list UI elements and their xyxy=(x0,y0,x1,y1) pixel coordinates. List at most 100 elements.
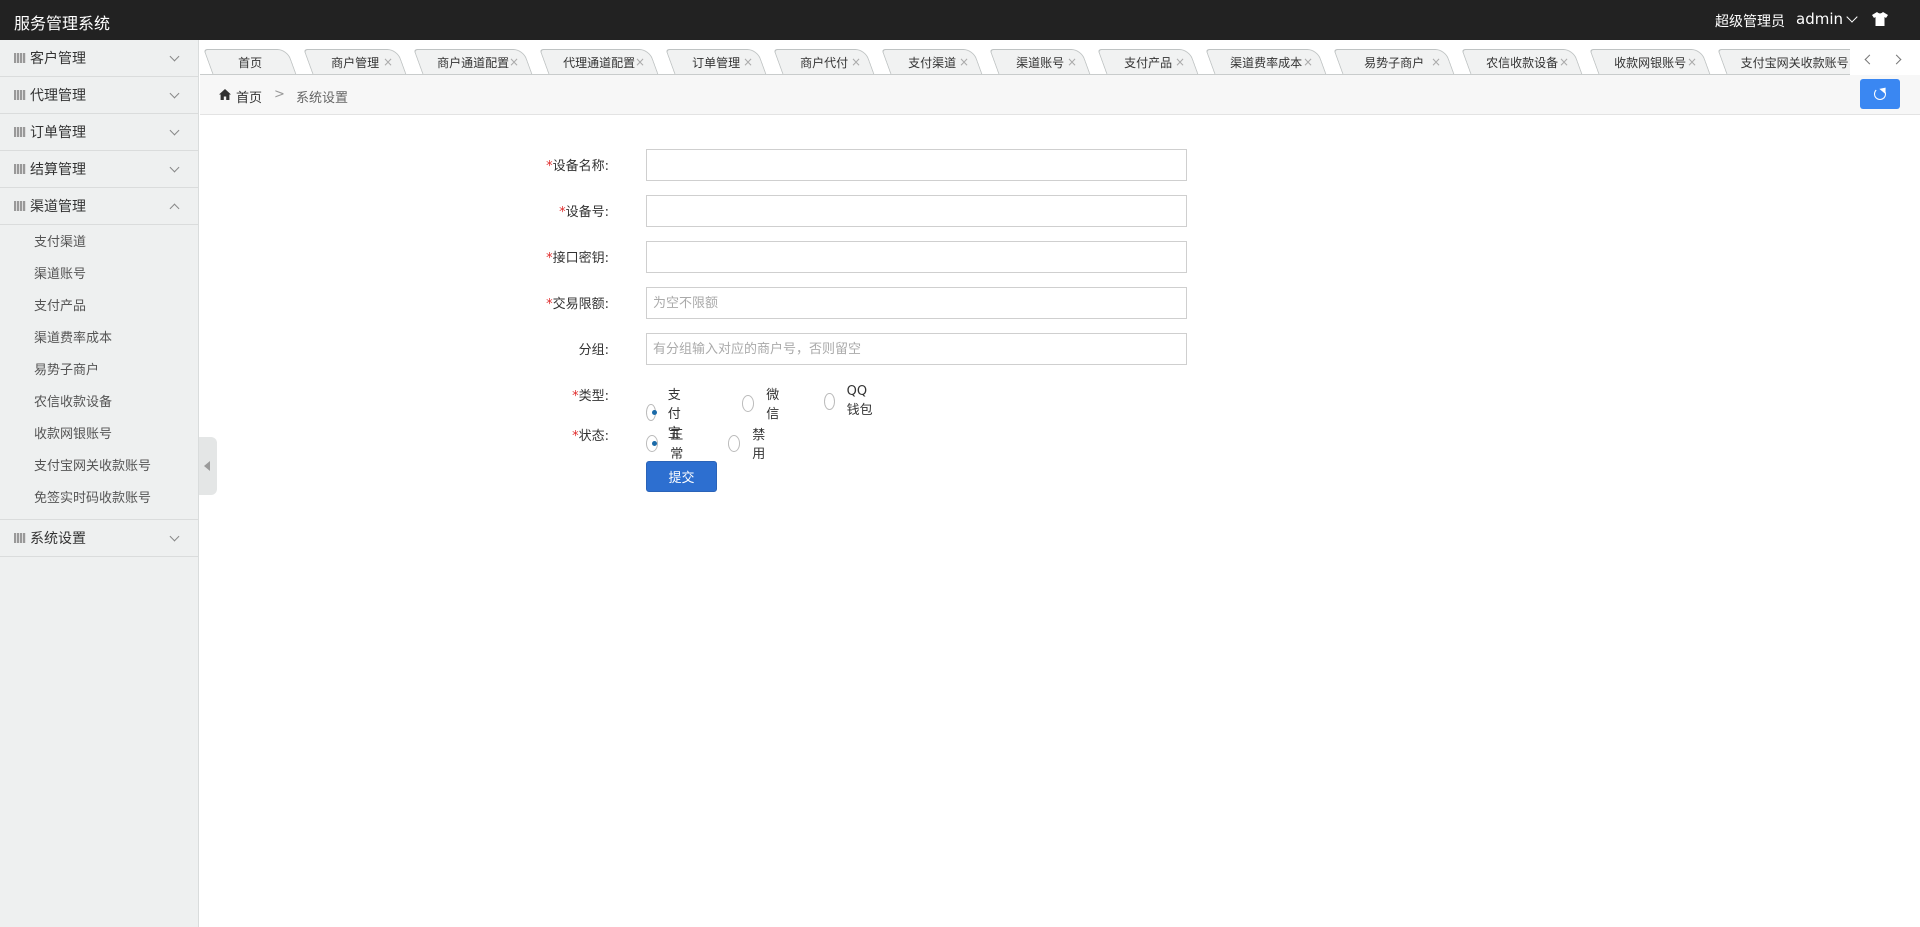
chevron-down-icon xyxy=(169,88,180,99)
close-icon[interactable]: × xyxy=(959,55,969,69)
tab[interactable]: 支付渠道 × xyxy=(881,49,983,74)
sidebar-group[interactable]: 订单管理 xyxy=(0,114,198,151)
sidebar-group-label: 结算管理 xyxy=(30,162,86,178)
api-key-label: *接口密钥: xyxy=(409,247,609,266)
status-radio-option[interactable]: 正常 xyxy=(646,424,688,462)
sidebar-sub-item[interactable]: 渠道费率成本 xyxy=(0,323,198,355)
sidebar-sub-item[interactable]: 农信收款设备 xyxy=(0,387,198,419)
device-no-label: *设备号: xyxy=(409,201,609,220)
group-input[interactable] xyxy=(646,333,1187,365)
tab-bar: 首页 商户管理 × 商户通道配置 × 代理通道配置 × 订单管理 × 商户代付 × 支付渠道 × 渠道账号… xyxy=(200,40,1850,75)
tab[interactable]: 商户管理 × xyxy=(303,49,407,74)
menu-list-icon xyxy=(14,89,28,101)
refresh-icon xyxy=(1874,88,1886,100)
sidebar-sub-item[interactable]: 支付宝网关收款账号 xyxy=(0,451,198,483)
sidebar-sub-item[interactable]: 渠道账号 xyxy=(0,259,198,291)
breadcrumb-separator: > xyxy=(274,87,285,102)
tab[interactable]: 首页 xyxy=(203,49,297,74)
sidebar-group-label: 代理管理 xyxy=(30,88,86,104)
tab[interactable]: 订单管理 × xyxy=(665,49,767,74)
close-icon[interactable]: × xyxy=(1175,55,1185,69)
close-icon[interactable]: × xyxy=(1067,55,1077,69)
trade-limit-label: *交易限额: xyxy=(409,293,609,312)
submit-button[interactable]: 提交 xyxy=(646,461,717,492)
close-icon[interactable]: × xyxy=(851,55,861,69)
tab[interactable]: 商户代付 × xyxy=(773,49,875,74)
device-name-label: *设备名称: xyxy=(409,155,609,174)
sidebar-group-label: 渠道管理 xyxy=(30,199,86,215)
sidebar-sub-item[interactable]: 支付渠道 xyxy=(0,227,198,259)
radio-label: 正常 xyxy=(670,428,684,462)
tab[interactable]: 代理通道配置 × xyxy=(539,49,659,74)
sidebar-group[interactable]: 结算管理 xyxy=(0,151,198,188)
label-text: 设备号: xyxy=(565,205,609,220)
sidebar-group[interactable]: 渠道管理 xyxy=(0,188,198,225)
close-icon[interactable]: × xyxy=(1687,55,1697,69)
sidebar-group[interactable]: 代理管理 xyxy=(0,77,198,114)
tab[interactable]: 渠道账号 × xyxy=(989,49,1091,74)
chevron-up-icon xyxy=(169,203,180,214)
close-icon[interactable]: × xyxy=(635,55,645,69)
tab-scroll-left-icon[interactable] xyxy=(1857,50,1883,70)
api-key-input[interactable] xyxy=(646,241,1187,273)
label-text: 状态: xyxy=(578,429,609,444)
close-icon[interactable]: × xyxy=(1303,55,1313,69)
close-icon[interactable]: × xyxy=(1848,55,1850,69)
device-name-input[interactable] xyxy=(646,149,1187,181)
tshirt-icon[interactable] xyxy=(1872,12,1888,30)
sidebar-group-system-settings[interactable]: 系统设置 xyxy=(0,520,198,557)
device-no-input[interactable] xyxy=(646,195,1187,227)
tab[interactable]: 渠道费率成本 × xyxy=(1205,49,1327,74)
refresh-button[interactable] xyxy=(1860,79,1900,109)
sidebar: 客户管理代理管理订单管理结算管理渠道管理 支付渠道 渠道账号 支付产品 渠道费率成本易… xyxy=(0,40,199,927)
sidebar-sub-item[interactable]: 免签实时码收款账号 xyxy=(0,483,198,515)
tab-scroll-right-icon[interactable] xyxy=(1886,50,1912,70)
tab[interactable]: 支付产品 × xyxy=(1097,49,1199,74)
radio-button[interactable] xyxy=(728,434,741,452)
menu-list-icon xyxy=(14,52,28,64)
close-icon[interactable]: × xyxy=(743,55,753,69)
sidebar-group-label: 订单管理 xyxy=(30,125,86,141)
close-icon[interactable]: × xyxy=(1559,55,1569,69)
radio-button[interactable] xyxy=(646,404,657,421)
type-radio-option[interactable]: 微信 xyxy=(742,384,784,422)
sidebar-collapse-handle[interactable] xyxy=(199,437,217,495)
trade-limit-input[interactable] xyxy=(646,287,1187,319)
menu-list-icon xyxy=(14,532,28,544)
menu-list-icon xyxy=(14,200,28,212)
close-icon[interactable]: × xyxy=(1431,55,1441,69)
user-menu[interactable]: admin xyxy=(1796,10,1858,28)
label-text: 分组: xyxy=(578,343,609,358)
sidebar-sub-item[interactable]: 收款网银账号 xyxy=(0,419,198,451)
chevron-down-icon xyxy=(169,51,180,62)
chevron-down-icon xyxy=(169,125,180,136)
tab[interactable]: 易势子商户 × xyxy=(1333,49,1455,74)
radio-button[interactable] xyxy=(824,392,835,410)
label-text: 交易限额: xyxy=(552,297,609,312)
breadcrumb-home-link[interactable]: 首页 xyxy=(236,87,262,106)
status-radio-option[interactable]: 禁用 xyxy=(728,424,770,462)
tab[interactable]: 商户通道配置 × xyxy=(413,49,533,74)
type-radio-option[interactable]: QQ钱包 xyxy=(824,384,873,418)
channel-submenu: 支付渠道 渠道账号 支付产品 渠道费率成本 易势子商户 农信收款设备 收款网银账号 支付宝网关… xyxy=(0,225,198,520)
chevron-down-icon xyxy=(1846,11,1858,23)
close-icon[interactable]: × xyxy=(509,55,519,69)
sidebar-group-label: 系统设置 xyxy=(30,531,86,547)
tab[interactable]: 收款网银账号 × xyxy=(1589,49,1711,74)
radio-button[interactable] xyxy=(646,434,659,452)
group-label: 分组: xyxy=(409,339,609,358)
chevron-down-icon xyxy=(169,531,180,542)
username: admin xyxy=(1796,10,1843,28)
menu-list-icon xyxy=(14,126,28,138)
breadcrumb: 首页 > 系统设置 xyxy=(200,75,1920,115)
radio-button[interactable] xyxy=(742,394,755,412)
tab-strip: 首页 商户管理 × 商户通道配置 × 代理通道配置 × 订单管理 × 商户代付 × 支付渠道 × 渠道账号… xyxy=(200,40,1920,75)
chevron-down-icon xyxy=(169,162,180,173)
sidebar-group[interactable]: 客户管理 xyxy=(0,40,198,77)
sidebar-sub-item[interactable]: 易势子商户 xyxy=(0,355,198,387)
sidebar-sub-item[interactable]: 支付产品 xyxy=(0,291,198,323)
sidebar-group-label: 客户管理 xyxy=(30,51,86,67)
close-icon[interactable]: × xyxy=(383,55,393,69)
tab[interactable]: 农信收款设备 × xyxy=(1461,49,1583,74)
tab[interactable]: 支付宝网关收款账号 × xyxy=(1717,49,1850,74)
